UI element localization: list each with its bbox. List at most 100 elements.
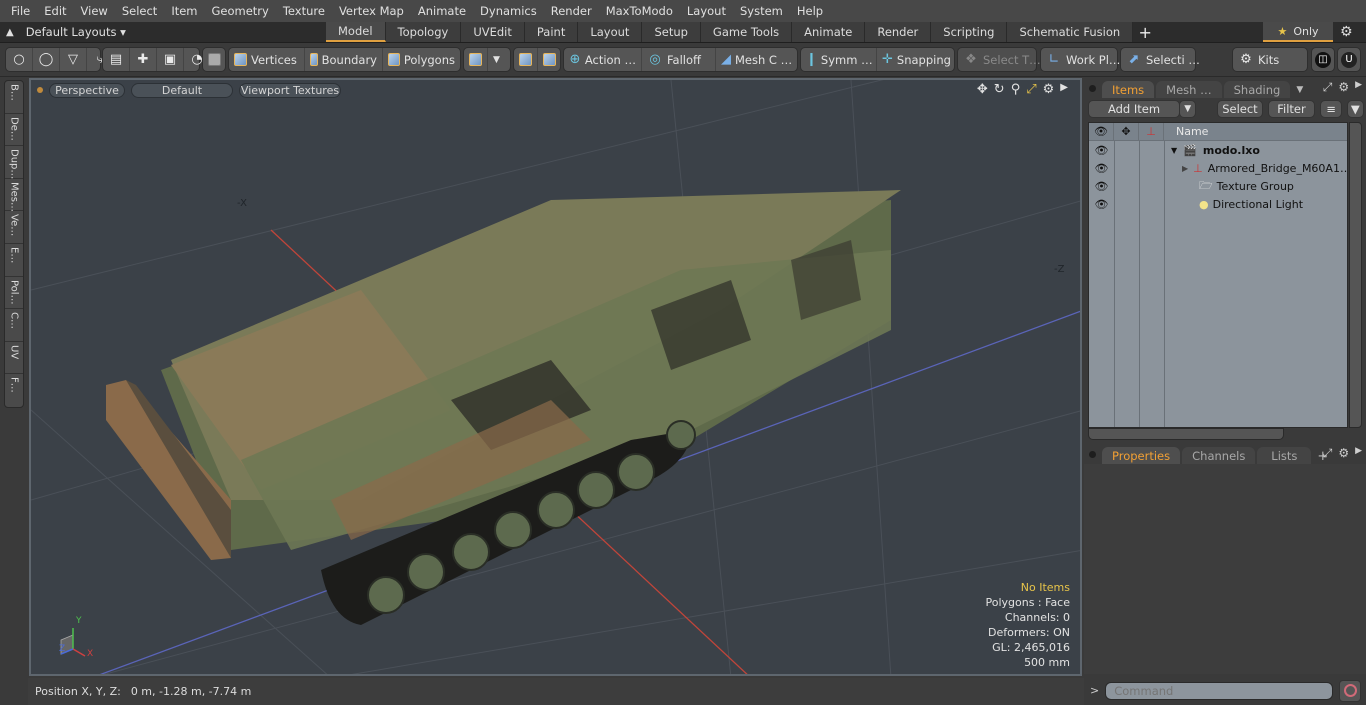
menu-animate[interactable]: Animate [411, 4, 473, 18]
filter-button[interactable]: Filter [1267, 100, 1316, 118]
tab-paint[interactable]: Paint [524, 22, 579, 42]
tool-tab-vertex[interactable]: Ve… [5, 211, 23, 244]
gear-icon[interactable]: ⚙ [1340, 24, 1353, 40]
shading-dropdown[interactable]: Default [131, 82, 233, 98]
select-button[interactable]: Select [1217, 100, 1263, 118]
element-cube-icon[interactable] [538, 48, 561, 71]
transform-cube-icon[interactable] [514, 48, 538, 71]
menu-vertex-map[interactable]: Vertex Map [332, 4, 411, 18]
selection-sets-button[interactable]: ⬈ Selecti … [1120, 47, 1200, 72]
circle-select-icon[interactable]: ○ [6, 48, 33, 71]
properties-gear-icon[interactable]: ⚙ [1338, 446, 1349, 461]
tree-vertical-scrollbar[interactable] [1349, 122, 1362, 428]
tool-tab-curve[interactable]: C… [5, 309, 23, 342]
properties-expand-icon[interactable]: ⤢ [1323, 446, 1333, 461]
command-input[interactable] [1105, 681, 1334, 700]
kits-button[interactable]: ⚙ Kits [1232, 47, 1308, 72]
layout-up-arrow-icon[interactable]: ▲ [6, 27, 14, 38]
tab-uvedit[interactable]: UVEdit [461, 22, 525, 42]
select-through-button[interactable]: ❖ Select T… [957, 47, 1041, 72]
tree-row-texture-group[interactable]: 👁 🗁 Texture Group [1089, 177, 1347, 195]
menu-maxtomodo[interactable]: MaxToModo [599, 4, 680, 18]
tool-tab-polygon[interactable]: Pol… [5, 277, 23, 310]
panel-gear-icon[interactable]: ⚙ [1338, 80, 1349, 95]
record-macro-button[interactable] [1339, 679, 1362, 702]
tab-lists[interactable]: Lists [1257, 447, 1312, 464]
eye-icon[interactable]: 👁 [1089, 177, 1114, 195]
boundary-button[interactable]: Boundary [305, 48, 383, 71]
menu-view[interactable]: View [74, 4, 115, 18]
unreal-button[interactable]: U [1337, 47, 1361, 72]
add-item-button[interactable]: Add Item [1088, 100, 1181, 118]
add-item-dropdown-chevron-icon[interactable]: ▼ [1179, 100, 1197, 118]
vertices-button[interactable]: Vertices [229, 48, 305, 71]
eye-icon[interactable]: 👁 [1089, 141, 1114, 159]
symmetry-button[interactable]: ❙ Symm … [801, 48, 877, 71]
eye-icon[interactable]: 👁 [1089, 195, 1114, 213]
name-column-header[interactable]: Name [1164, 123, 1347, 140]
cross-grid-icon[interactable]: ✚ [130, 48, 157, 71]
axis-column-icon[interactable]: ⊥ [1139, 123, 1164, 140]
action-center-button[interactable]: ⊕ Action … [564, 48, 642, 71]
pen-tool-icon[interactable]: ▽ [60, 48, 87, 71]
tab-model[interactable]: Model [326, 22, 386, 42]
collapse-triangle-icon[interactable]: ▼ [1171, 146, 1177, 155]
pan-move-icon[interactable]: ✥ [977, 82, 988, 97]
menu-texture[interactable]: Texture [276, 4, 332, 18]
work-plane-button[interactable]: ∟ Work Pl… [1040, 47, 1120, 72]
view-type-dropdown[interactable]: Perspective [49, 82, 125, 98]
globe-icon[interactable]: ◯ [33, 48, 60, 71]
tool-tab-fusion[interactable]: F… [5, 374, 23, 407]
menu-help[interactable]: Help [790, 4, 830, 18]
properties-menu-dot[interactable] [1089, 451, 1096, 458]
menu-file[interactable]: File [4, 4, 37, 18]
only-favorites-button[interactable]: ★ Only [1263, 22, 1333, 42]
tab-animate[interactable]: Animate [792, 22, 866, 42]
tab-scripting[interactable]: Scripting [931, 22, 1008, 42]
funnel-filter-icon[interactable]: ▼ [1346, 100, 1364, 118]
tab-shading[interactable]: Shading [1223, 81, 1291, 98]
tool-tab-uv[interactable]: UV [5, 342, 23, 375]
properties-arrow-icon[interactable]: ▶ [1355, 446, 1362, 461]
frame-icon[interactable]: ▣ [157, 48, 184, 71]
panel-arrow-icon[interactable]: ▶ [1355, 80, 1362, 95]
tab-properties[interactable]: Properties [1102, 447, 1181, 464]
tool-tab-duplicate[interactable]: Dup… [5, 146, 23, 180]
visibility-column-eye-icon[interactable]: 👁 [1089, 123, 1114, 140]
zoom-icon[interactable]: ⚲ [1011, 82, 1021, 97]
align-icon[interactable]: ▤ [103, 48, 130, 71]
menu-geometry[interactable]: Geometry [205, 4, 276, 18]
menu-edit[interactable]: Edit [37, 4, 73, 18]
tab-channels[interactable]: Channels [1182, 447, 1256, 464]
material-mode-button[interactable]: ▼ [463, 47, 511, 72]
maximize-icon[interactable]: ⤢ [1026, 82, 1036, 97]
rotate-icon[interactable]: ↻ [994, 82, 1005, 97]
add-tab-button[interactable]: + [1133, 22, 1157, 43]
tabs-overflow-chevron-icon[interactable]: ▼ [1296, 85, 1303, 95]
eye-icon[interactable]: 👁 [1089, 159, 1114, 177]
tab-setup[interactable]: Setup [642, 22, 701, 42]
unity-button[interactable]: ◫ [1311, 47, 1335, 72]
menu-render[interactable]: Render [544, 4, 599, 18]
tool-tab-mesh-edit[interactable]: Mes… [5, 179, 23, 212]
tab-game-tools[interactable]: Game Tools [700, 22, 793, 42]
lock-column-icon[interactable]: ✥ [1114, 123, 1139, 140]
tab-topology[interactable]: Topology [385, 22, 462, 42]
tab-schematic-fusion[interactable]: Schematic Fusion [1007, 22, 1134, 42]
menu-layout[interactable]: Layout [680, 4, 733, 18]
3d-viewport[interactable]: Perspective Default Viewport Textures ✥ … [29, 78, 1082, 676]
tree-row-directional-light[interactable]: 👁 ● Directional Light [1089, 195, 1347, 213]
item-mode-button[interactable] [202, 47, 226, 72]
viewport-expand-arrow-icon[interactable]: ▶ [1060, 82, 1068, 97]
mesh-constraint-button[interactable]: ◢ Mesh C … [716, 48, 795, 71]
tool-tab-deform[interactable]: De… [5, 114, 23, 147]
menu-system[interactable]: System [733, 4, 790, 18]
tree-horizontal-scrollbar[interactable] [1088, 428, 1284, 440]
tab-mesh-ops[interactable]: Mesh … [1156, 81, 1222, 98]
falloff-button[interactable]: ◎ Falloff [642, 48, 716, 71]
polygons-button[interactable]: Polygons [383, 48, 460, 71]
snapping-button[interactable]: ✛ Snapping [877, 48, 953, 71]
viewport-gear-icon[interactable]: ⚙ [1043, 82, 1055, 97]
viewport-menu-dot[interactable] [37, 87, 43, 93]
tool-tab-basic[interactable]: B… [5, 81, 23, 114]
